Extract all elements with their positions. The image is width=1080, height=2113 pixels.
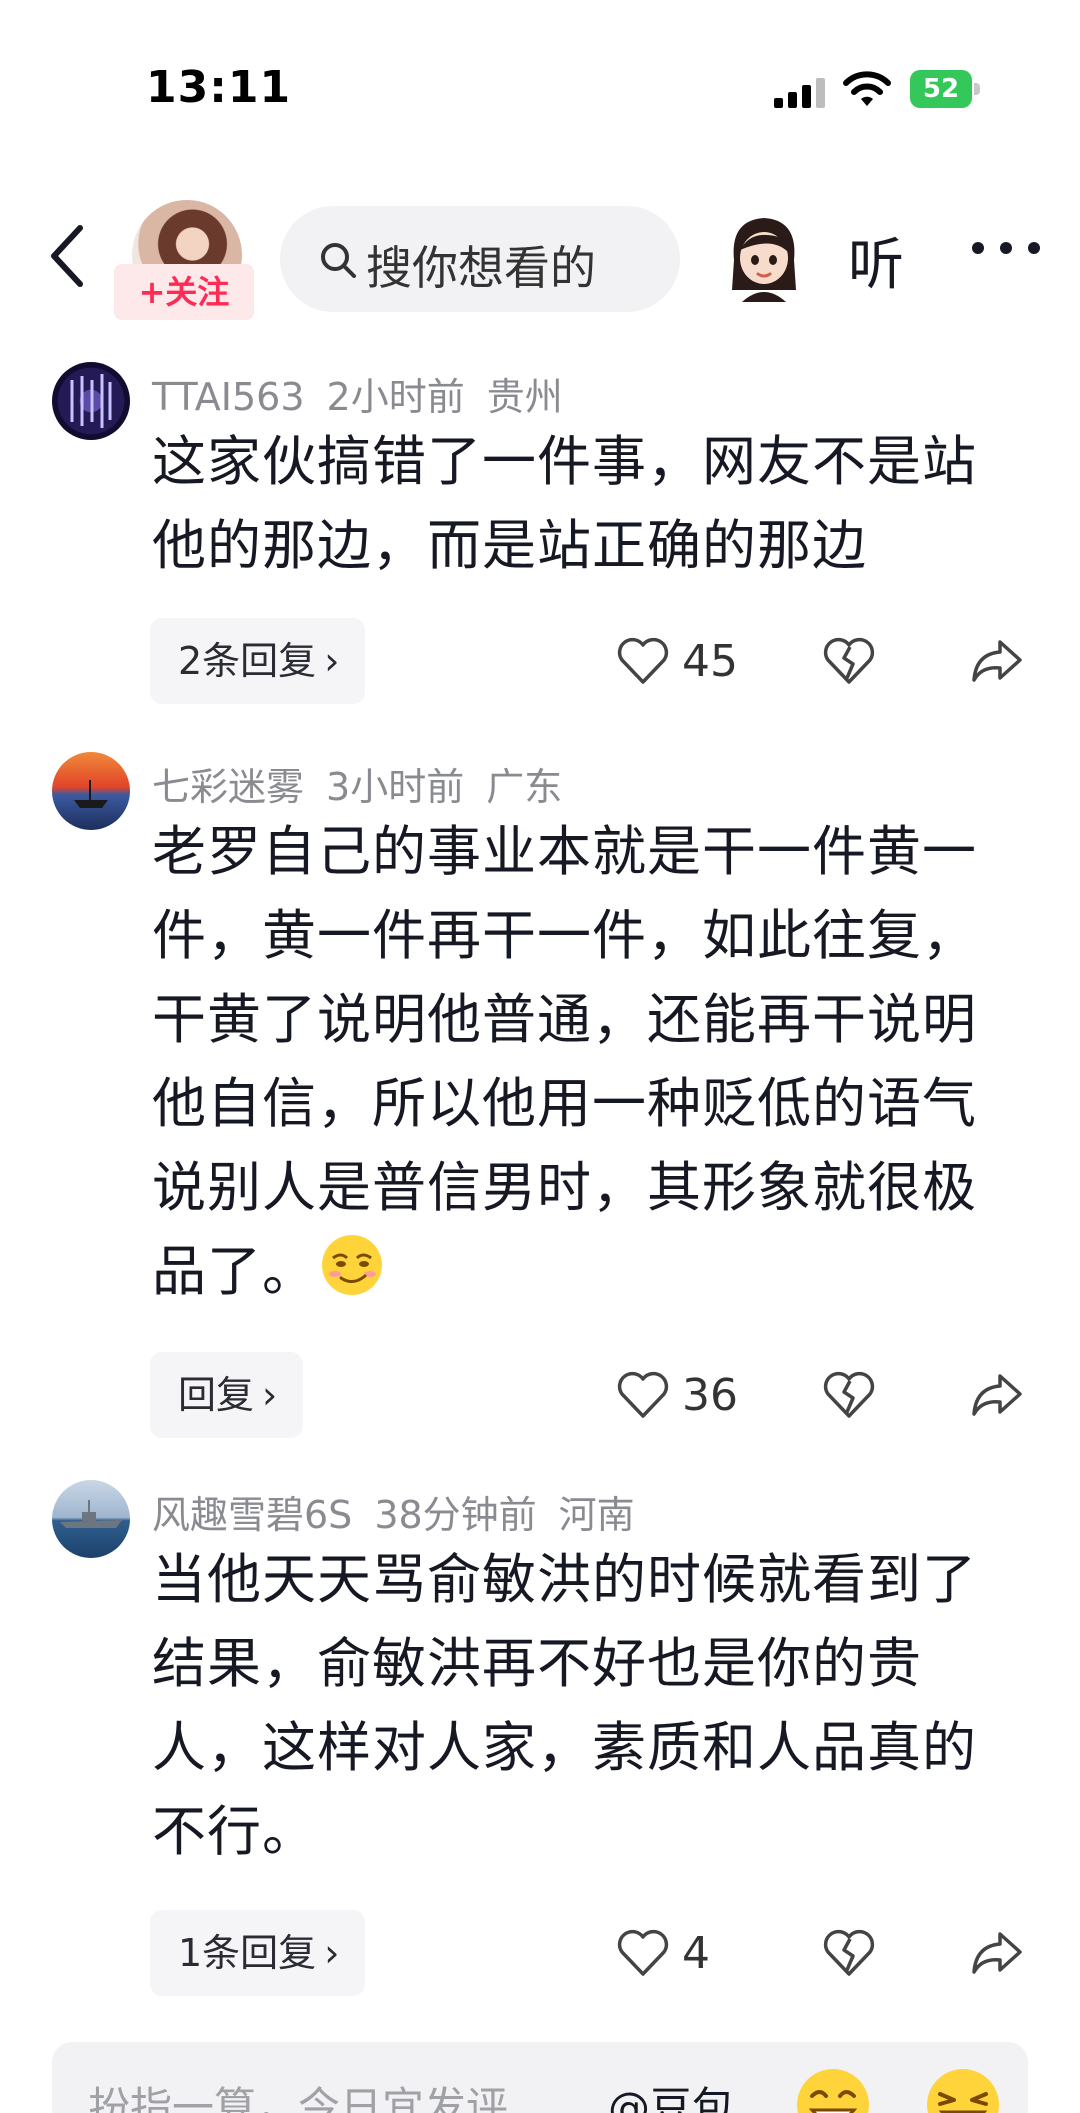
comment-location: 广东 xyxy=(486,765,563,809)
comment-username[interactable]: 七彩迷雾 xyxy=(152,765,304,809)
author-avatar-group: +关注 xyxy=(114,200,254,320)
like-count: 4 xyxy=(682,1927,710,1979)
warship-icon xyxy=(60,1500,122,1528)
view-replies-button[interactable]: 2条回复 › xyxy=(150,618,366,704)
follow-button[interactable]: +关注 xyxy=(114,264,254,320)
smirk-emoji-icon xyxy=(322,1235,382,1295)
comment-location: 河南 xyxy=(558,1493,635,1537)
search-placeholder: 搜你想看的 xyxy=(366,241,596,295)
listen-button[interactable]: 听 xyxy=(848,220,904,301)
share-button[interactable] xyxy=(968,618,1024,704)
search-icon xyxy=(321,243,356,278)
battery-nub xyxy=(974,83,980,95)
chevron-right-icon: › xyxy=(262,1373,278,1417)
dislike-button[interactable] xyxy=(822,618,876,704)
commenter-avatar[interactable] xyxy=(52,362,130,440)
laugh-emoji-icon[interactable] xyxy=(922,2064,1004,2113)
comment-text[interactable]: 老罗自己的事业本就是干一件黄一件，黄一件再干一件，如此往复，干黄了说明他普通，还… xyxy=(152,810,1012,1314)
comment-time: 38分钟前 xyxy=(374,1493,537,1537)
comment-text[interactable]: 这家伙搞错了一件事，网友不是站他的那边，而是站正确的那边 xyxy=(152,420,1012,588)
heart-icon xyxy=(617,637,669,684)
comment-meta: TTAI563 2小时前 贵州 xyxy=(152,366,585,421)
like-button[interactable]: 4 xyxy=(616,1910,710,1996)
dislike-button[interactable] xyxy=(822,1910,876,1996)
assistant-avatar-icon[interactable] xyxy=(722,210,806,306)
comment-location: 贵州 xyxy=(486,375,563,419)
broken-heart-icon xyxy=(823,1371,875,1418)
share-icon xyxy=(972,640,1022,682)
reply-label: 1条回复 xyxy=(178,1931,317,1975)
grin-emoji-icon[interactable] xyxy=(792,2064,874,2113)
status-time: 13:11 xyxy=(146,62,292,113)
reply-label: 回复 xyxy=(178,1373,255,1417)
chevron-right-icon: › xyxy=(324,639,340,683)
comment-input-placeholder: 扮指一算，今日宜发评 xyxy=(88,2083,509,2113)
commenter-avatar[interactable] xyxy=(52,752,130,830)
share-button[interactable] xyxy=(968,1352,1024,1438)
like-button[interactable]: 45 xyxy=(616,618,738,704)
dislike-button[interactable] xyxy=(822,1352,876,1438)
mention-button[interactable]: @豆包 xyxy=(608,2074,734,2113)
commenter-avatar[interactable] xyxy=(52,1480,130,1558)
heart-icon xyxy=(617,1929,669,1976)
sunset-boat-icon xyxy=(74,780,108,808)
like-count: 45 xyxy=(682,635,738,687)
heart-icon xyxy=(617,1371,669,1418)
comment-username[interactable]: 风趣雪碧6S xyxy=(152,1493,352,1537)
back-arrow-icon[interactable] xyxy=(40,218,100,294)
search-input[interactable]: 搜你想看的 xyxy=(280,206,680,312)
share-button[interactable] xyxy=(968,1910,1024,1996)
wifi-icon xyxy=(843,71,891,106)
share-icon xyxy=(972,1932,1022,1974)
like-button[interactable]: 36 xyxy=(616,1352,738,1438)
comment-username[interactable]: TTAI563 xyxy=(152,375,305,419)
view-replies-button[interactable]: 1条回复 › xyxy=(150,1910,366,1996)
battery-indicator: 52 xyxy=(910,70,980,108)
comment-time: 2小时前 xyxy=(326,375,465,419)
broken-heart-icon xyxy=(823,1929,875,1976)
more-icon[interactable] xyxy=(966,216,1046,276)
comment-time: 3小时前 xyxy=(326,765,465,809)
chevron-right-icon: › xyxy=(324,1931,340,1975)
comment-text-body: 老罗自己的事业本就是干一件黄一件，黄一件再干一件，如此往复，干黄了说明他普通，还… xyxy=(152,820,977,1303)
like-count: 36 xyxy=(682,1369,738,1421)
comment-meta: 风趣雪碧6S 38分钟前 河南 xyxy=(152,1484,657,1539)
abstract-avatar-icon xyxy=(70,374,112,428)
comment-text[interactable]: 当他天天骂俞敏洪的时候就看到了结果，俞敏洪再不好也是你的贵人，这样对人家，素质和… xyxy=(152,1538,1012,1874)
reply-button[interactable]: 回复 › xyxy=(150,1352,304,1438)
battery-level: 52 xyxy=(910,70,972,108)
top-nav: +关注 搜你想看的 听 xyxy=(0,190,1080,320)
reply-label: 2条回复 xyxy=(178,639,317,683)
share-icon xyxy=(972,1374,1022,1416)
cellular-signal-icon xyxy=(774,78,825,108)
comment-input-bar[interactable]: 扮指一算，今日宜发评 @豆包 xyxy=(52,2042,1028,2113)
broken-heart-icon xyxy=(823,637,875,684)
status-bar: 13:11 52 xyxy=(0,0,1080,180)
comment-meta: 七彩迷雾 3小时前 广东 xyxy=(152,756,584,811)
